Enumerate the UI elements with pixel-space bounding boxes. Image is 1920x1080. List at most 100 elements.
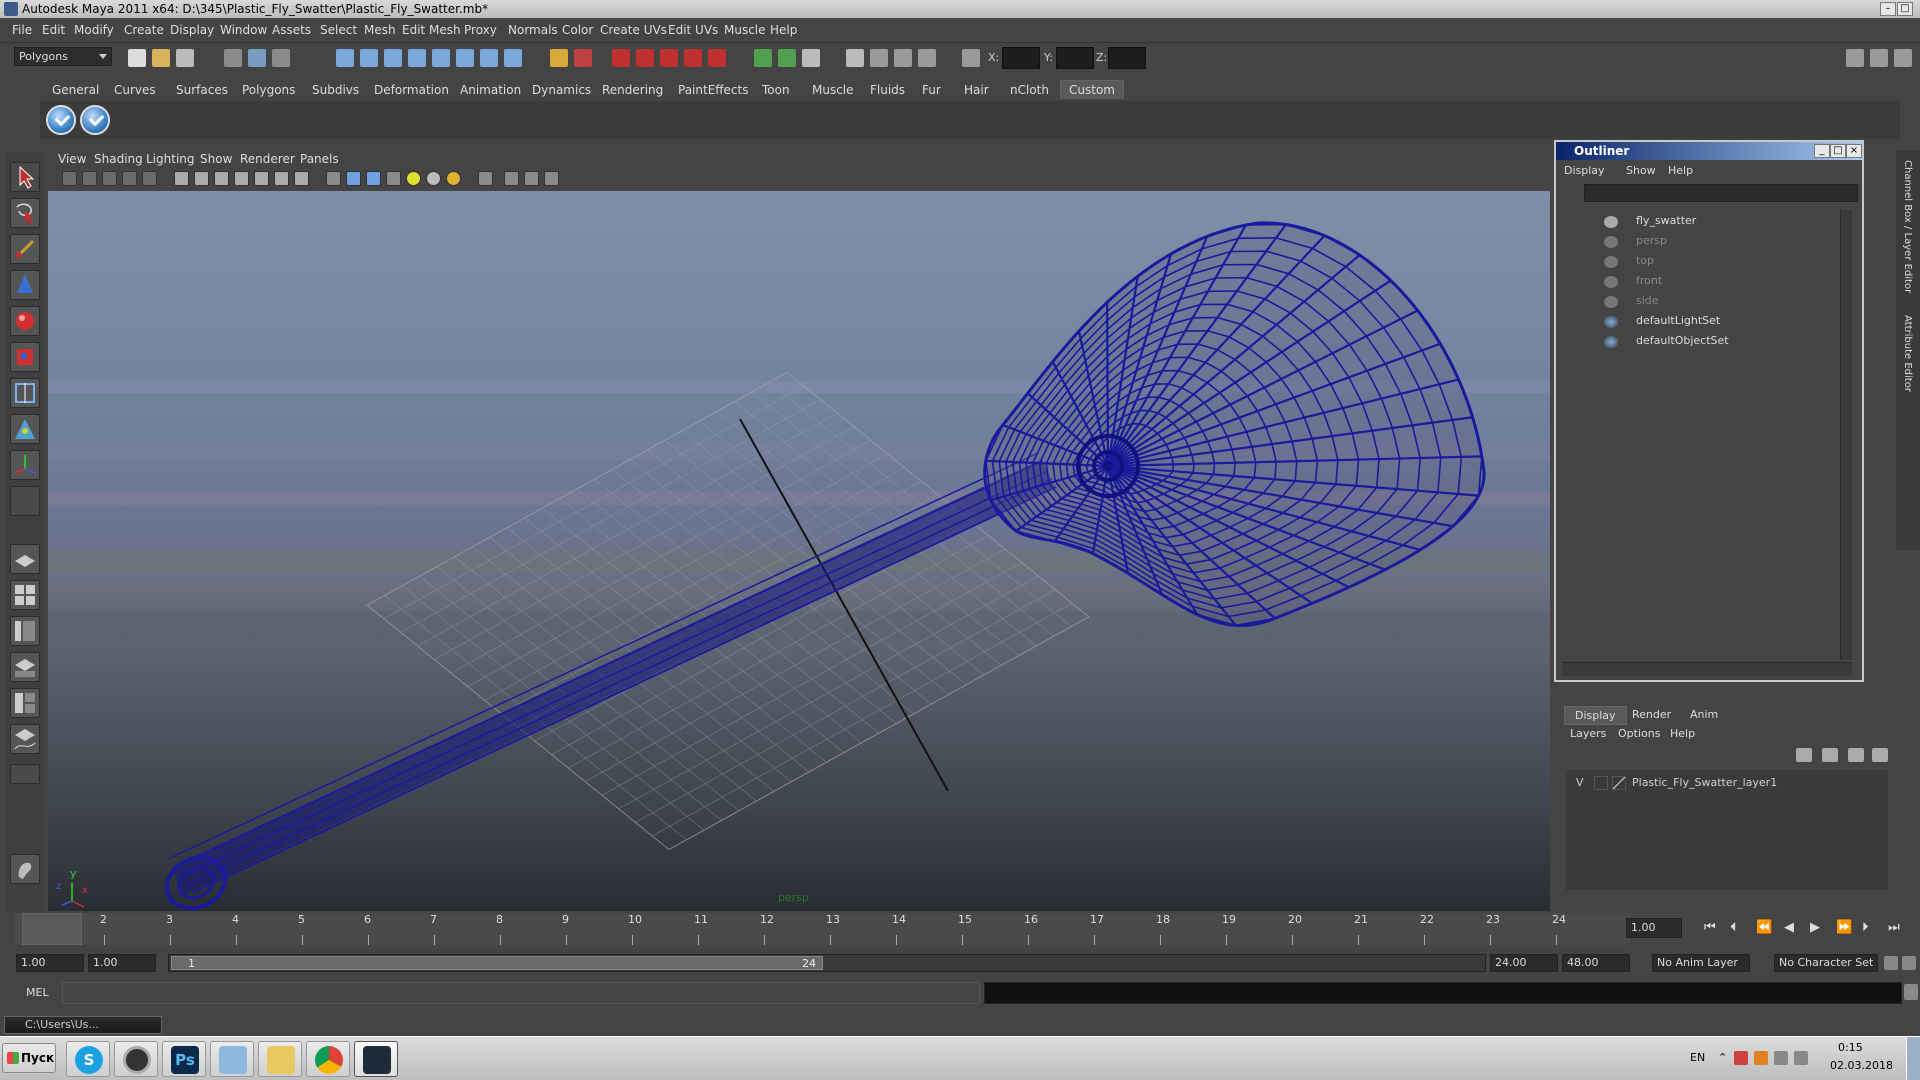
- tab-ncloth[interactable]: nCloth: [1010, 83, 1049, 97]
- shelf-check-button-2[interactable]: [80, 105, 110, 135]
- tab-general[interactable]: General: [52, 83, 99, 97]
- tab-muscle[interactable]: Muscle: [812, 83, 854, 97]
- panel-menu-renderer[interactable]: Renderer: [240, 152, 295, 166]
- tab-surfaces[interactable]: Surfaces: [176, 83, 228, 97]
- menu-modify[interactable]: Modify: [74, 23, 114, 37]
- perspective-viewport[interactable]: y x z persp: [48, 191, 1550, 911]
- motion-blur-icon[interactable]: [524, 171, 539, 186]
- layer-color-swatch[interactable]: [1612, 776, 1626, 790]
- attribute-editor-tab[interactable]: Attribute Editor: [1902, 315, 1913, 392]
- end-time-field[interactable]: 48.00: [1562, 954, 1630, 972]
- new-layer-icon[interactable]: [1796, 748, 1812, 762]
- universal-manipulator-icon[interactable]: [10, 378, 40, 408]
- menu-help[interactable]: Help: [770, 23, 797, 37]
- open-scene-icon[interactable]: [152, 49, 170, 67]
- history-icon[interactable]: [456, 49, 474, 67]
- outliner-item[interactable]: fly_swatter: [1636, 214, 1696, 227]
- taskbar-app2[interactable]: [114, 1041, 158, 1077]
- quick-layout-icon[interactable]: [10, 854, 40, 884]
- xray-icon[interactable]: [254, 171, 269, 186]
- layer-options-icon[interactable]: [1872, 748, 1888, 762]
- bookmark-icon[interactable]: [102, 171, 117, 186]
- display-all-lights-icon[interactable]: [366, 171, 381, 186]
- layer-name[interactable]: Plastic_Fly_Swatter_layer1: [1632, 776, 1777, 789]
- outliner-menu-display[interactable]: Display: [1564, 164, 1605, 177]
- xray-joints-icon[interactable]: [274, 171, 289, 186]
- tab-painteffects[interactable]: PaintEffects: [678, 83, 748, 97]
- volume-icon[interactable]: [1794, 1051, 1808, 1065]
- menu-select[interactable]: Select: [320, 23, 357, 37]
- playback-end-field[interactable]: 24.00: [1490, 954, 1558, 972]
- anim-layer-select[interactable]: No Anim Layer: [1652, 954, 1750, 972]
- camera-icon[interactable]: [754, 49, 772, 67]
- magnet-icon[interactable]: [574, 49, 592, 67]
- outliner-minimize-button[interactable]: _: [1814, 144, 1830, 158]
- x-field[interactable]: [1002, 47, 1040, 69]
- layout-single-icon[interactable]: [10, 544, 40, 574]
- snap-grid-icon[interactable]: [336, 49, 354, 67]
- current-frame-field[interactable]: 1.00: [1626, 918, 1682, 938]
- layer-menu-layers[interactable]: Layers: [1570, 727, 1606, 740]
- layout-four-icon[interactable]: [10, 580, 40, 610]
- render-frame-icon[interactable]: [612, 49, 630, 67]
- panel-menu-lighting[interactable]: Lighting: [146, 152, 195, 166]
- show-desktop-button[interactable]: [1906, 1037, 1920, 1080]
- script-editor-icon[interactable]: [802, 49, 820, 67]
- outliner-vertical-scrollbar[interactable]: [1840, 210, 1852, 660]
- tab-subdivs[interactable]: Subdivs: [312, 83, 359, 97]
- outliner-item[interactable]: defaultObjectSet: [1636, 334, 1729, 347]
- tab-fur[interactable]: Fur: [922, 83, 941, 97]
- display-default-lights-icon[interactable]: [346, 171, 361, 186]
- script-editor-icon[interactable]: [1904, 984, 1918, 1000]
- transform-field-icon[interactable]: [962, 49, 980, 67]
- layer-menu-help[interactable]: Help: [1670, 727, 1695, 740]
- network-icon[interactable]: [1774, 1051, 1788, 1065]
- outliner-item[interactable]: side: [1636, 294, 1659, 307]
- hypershade-icon[interactable]: [684, 49, 702, 67]
- tab-animation[interactable]: Animation: [460, 83, 521, 97]
- menu-create-uvs[interactable]: Create UVs: [600, 23, 667, 37]
- snap-live-icon[interactable]: [432, 49, 450, 67]
- select-hierarchy-icon[interactable]: [224, 49, 242, 67]
- outliner-filter-input[interactable]: [1584, 184, 1858, 202]
- step-forward-button[interactable]: ⏵: [1862, 920, 1869, 935]
- minimize-button[interactable]: –: [1880, 2, 1896, 16]
- clock-time[interactable]: 0:15: [1838, 1041, 1863, 1054]
- smooth-shade-icon[interactable]: [194, 171, 209, 186]
- step-back-button[interactable]: ⏴: [1730, 920, 1737, 935]
- menu-edit-uvs[interactable]: Edit UVs: [668, 23, 718, 37]
- snap-curve-icon[interactable]: [360, 49, 378, 67]
- scale-tool-icon[interactable]: [10, 342, 40, 372]
- layer-tab-display[interactable]: Display: [1564, 706, 1627, 725]
- tab-custom[interactable]: Custom: [1060, 80, 1124, 99]
- taskbar-explorer[interactable]: [258, 1041, 302, 1077]
- layer-visibility-toggle[interactable]: V: [1576, 776, 1584, 789]
- play-forward-button[interactable]: ▶: [1810, 920, 1820, 935]
- tab-polygons[interactable]: Polygons: [242, 83, 295, 97]
- range-slider-handle[interactable]: 1 24: [171, 956, 823, 970]
- textured-icon[interactable]: [234, 171, 249, 186]
- flat-light-icon[interactable]: [446, 171, 461, 186]
- tab-hair[interactable]: Hair: [964, 83, 989, 97]
- resolution-gate-icon[interactable]: [294, 171, 309, 186]
- layer-row[interactable]: V Plastic_Fly_Swatter_layer1: [1570, 774, 1880, 792]
- menu-normals[interactable]: Normals: [508, 23, 558, 37]
- tab-rendering[interactable]: Rendering: [602, 83, 663, 97]
- frame-all-icon[interactable]: [778, 49, 796, 67]
- cmd-input[interactable]: [62, 982, 980, 1004]
- menu-file[interactable]: File: [12, 23, 32, 37]
- taskbar-skype[interactable]: S: [66, 1041, 110, 1077]
- start-time-field[interactable]: 1.00: [16, 954, 84, 972]
- input-ops-icon[interactable]: [480, 49, 498, 67]
- outliner-close-button[interactable]: ×: [1846, 144, 1862, 158]
- outliner-horizontal-scrollbar[interactable]: [1562, 662, 1852, 676]
- z-field[interactable]: [1108, 47, 1146, 69]
- y-field[interactable]: [1056, 47, 1094, 69]
- taskbar-maya[interactable]: [354, 1041, 398, 1077]
- show-manipulator-icon[interactable]: [10, 450, 40, 480]
- select-object-icon[interactable]: [248, 49, 266, 67]
- tab-toon[interactable]: Toon: [762, 83, 790, 97]
- time-slider[interactable]: 123456789101112131415161718192021222324: [14, 913, 1630, 945]
- outliner-item[interactable]: front: [1636, 274, 1662, 287]
- camera-attributes-icon[interactable]: [82, 171, 97, 186]
